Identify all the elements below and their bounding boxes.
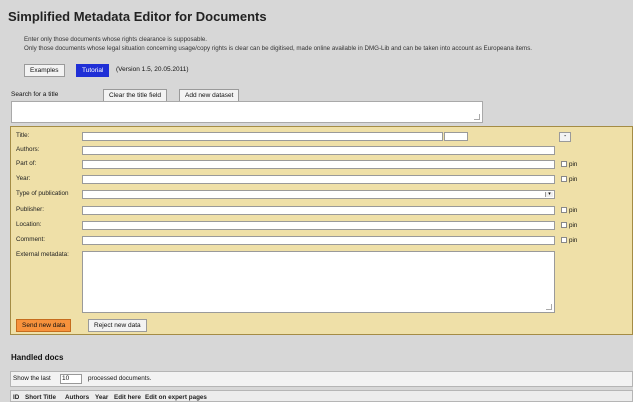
comment-label: Comment: [16,236,46,243]
column-header-short-title[interactable]: Short Title [25,394,56,401]
show-last-suffix: processed documents. [88,375,152,382]
column-header-authors[interactable]: Authors [65,394,89,401]
pin-checkbox[interactable] [561,237,567,243]
column-header-edit-expert[interactable]: Edit on expert pages [145,394,207,401]
expand-button[interactable]: - [559,132,572,142]
type-select[interactable]: ▾ [82,190,555,199]
part-of-label: Part of: [16,160,37,167]
search-label: Search for a title [11,91,59,98]
location-pin[interactable]: pin [561,222,577,229]
external-metadata-field[interactable] [82,251,555,313]
resize-handle[interactable] [546,304,552,310]
version-label: (Version 1.5, 20.05.2011) [116,66,189,73]
handled-docs-heading: Handled docs [11,353,64,362]
title-field[interactable] [82,132,443,141]
part-of-field[interactable] [82,160,555,169]
pin-label: pin [569,161,578,168]
handled-docs-table-header: ID Short Title Authors Year Edit here Ed… [10,390,633,402]
page-title: Simplified Metadata Editor for Documents [8,9,267,24]
reject-new-data-button[interactable]: Reject new data [88,319,147,332]
column-header-edit-here[interactable]: Edit here [114,394,141,401]
comment-pin[interactable]: pin [561,237,577,244]
pin-checkbox[interactable] [561,222,567,228]
comment-field[interactable] [82,236,555,245]
show-last-prefix: Show the last [13,375,51,382]
search-input[interactable] [11,101,483,123]
tutorial-button[interactable]: Tutorial [76,64,110,77]
doc-count-input[interactable]: 10 [60,374,82,384]
type-label: Type of publication [16,190,69,197]
part-of-pin[interactable]: pin [561,161,577,168]
external-metadata-label: External metadata: [16,251,69,258]
authors-label: Authors: [16,146,40,153]
column-header-year[interactable]: Year [95,394,108,401]
year-field[interactable] [82,175,555,184]
pin-label: pin [569,237,578,244]
pin-checkbox[interactable] [561,161,567,167]
title-extra-field[interactable] [444,132,468,141]
publisher-field[interactable] [82,206,555,215]
handled-docs-controls: Show the last 10 processed documents. [10,371,633,387]
year-pin[interactable]: pin [561,176,577,183]
rights-note-2: Only those documents whose legal situati… [24,45,533,52]
publisher-label: Publisher: [16,206,45,213]
pin-checkbox[interactable] [561,207,567,213]
column-header-id[interactable]: ID [13,394,19,401]
examples-button[interactable]: Examples [24,64,65,77]
authors-field[interactable] [82,146,555,155]
pin-label: pin [569,176,578,183]
rights-note-1: Enter only those documents whose rights … [24,36,207,43]
location-label: Location: [16,221,42,228]
title-label: Title: [16,132,30,139]
resize-handle[interactable] [474,114,480,120]
pin-label: pin [569,222,578,229]
pin-checkbox[interactable] [561,176,567,182]
publisher-pin[interactable]: pin [561,207,577,214]
metadata-form: Title: - Authors: Part of: pin Year: pin… [10,126,633,335]
location-field[interactable] [82,221,555,230]
chevron-down-icon[interactable]: ▾ [545,192,553,197]
year-label: Year: [16,175,31,182]
pin-label: pin [569,207,578,214]
send-new-data-button[interactable]: Send new data [16,319,72,332]
